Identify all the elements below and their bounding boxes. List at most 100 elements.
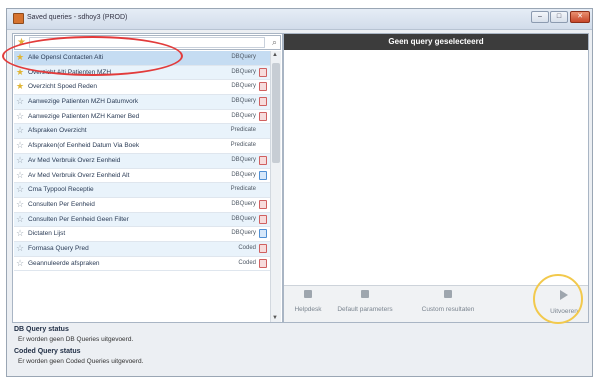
query-name: Cma Typpool Receptie	[28, 186, 94, 194]
query-type: DBQuery	[231, 98, 256, 105]
db-status-heading: DB Query status	[14, 326, 69, 333]
scroll-down-icon[interactable]: ▼	[272, 315, 278, 321]
coded-status-text: Er worden geen Coded Queries uitgevoerd.	[18, 358, 144, 365]
query-name: Av Med Verbruik Overz Eenheid	[28, 156, 121, 164]
query-name: Afspraken Overzicht	[28, 127, 87, 135]
scrollbar-thumb[interactable]	[272, 63, 280, 163]
query-type: DBQuery	[231, 200, 256, 207]
results-icon	[444, 290, 452, 298]
query-row[interactable]: ☆ Cma Typpool Receptie Predicate	[14, 183, 271, 198]
parameter-badge-icon	[259, 111, 267, 121]
scroll-up-icon[interactable]: ▲	[272, 52, 278, 58]
title-bar: Saved queries - sdhoy3 (PROD) – □ ✕	[7, 9, 592, 30]
parameter-badge-icon	[259, 199, 267, 209]
favorite-star-icon[interactable]: ☆	[16, 141, 24, 150]
query-name: Afspraken(of Eenheid Datum Via Boek	[28, 142, 140, 150]
search-input[interactable]	[29, 37, 265, 48]
query-row[interactable]: ☆ Afspraken(of Eenheid Datum Via Boek Pred…	[14, 139, 271, 154]
maximize-button[interactable]: □	[550, 11, 568, 23]
minimize-button[interactable]: –	[531, 11, 549, 23]
parameter-badge-icon	[259, 82, 267, 92]
query-type: DBQuery	[231, 171, 256, 178]
query-type: DBQuery	[231, 54, 256, 60]
favorite-star-icon[interactable]: ☆	[16, 199, 24, 209]
query-row[interactable]: ☆ Av Med Verbruik Overz Eenheid Alt DBQuer…	[14, 169, 271, 184]
default-parameters-button[interactable]: Default parameters	[334, 290, 396, 313]
query-row[interactable]: ☆ Formasa Query Pred Coded	[14, 241, 271, 257]
favorite-star-icon[interactable]: ☆	[16, 126, 24, 135]
query-type: DBQuery	[231, 230, 256, 237]
query-row[interactable]: ☆ Afspraken Overzicht Predicate	[14, 124, 271, 140]
info-badge-icon	[259, 229, 267, 239]
query-row[interactable]: ☆ Av Med Verbruik Overz Eenheid DBQuery	[14, 153, 271, 169]
query-name: Overzicht Spoed Reden	[28, 83, 98, 91]
favorite-star-icon[interactable]: ☆	[16, 111, 24, 121]
parameter-badge-icon	[259, 97, 267, 107]
query-name: Aanwezige Patienten MZH Kamer Bed	[28, 112, 140, 120]
parameter-badge-icon	[259, 243, 267, 253]
favorite-star-icon[interactable]: ☆	[16, 214, 24, 224]
query-type: DBQuery	[231, 83, 256, 90]
query-type: Coded	[238, 259, 256, 266]
custom-resultaten-button[interactable]: Custom resultaten	[408, 290, 488, 313]
search-bar: ★ ⌕	[14, 35, 281, 50]
favorite-star-icon[interactable]: ☆	[16, 170, 24, 180]
star-icon[interactable]: ★	[17, 37, 26, 48]
db-status-text: Er worden geen DB Queries uitgevoerd.	[18, 336, 134, 343]
query-name: Consulten Per Eenheid Geen Filter	[28, 215, 129, 223]
favorite-star-icon[interactable]: ☆	[16, 155, 24, 165]
favorite-star-icon[interactable]: ★	[16, 53, 24, 62]
query-type: DBQuery	[231, 215, 256, 222]
query-name: Formasa Query Pred	[28, 244, 89, 252]
query-name: Alle Opensl Contacten Alti	[28, 54, 104, 61]
parameter-badge-icon	[259, 155, 267, 165]
query-name: Dictaten Lijst	[28, 230, 66, 238]
query-row[interactable]: ☆ Consulten Per Eenheid DBQuery	[14, 198, 271, 213]
query-name: Consulten Per Eenheid	[28, 200, 95, 208]
query-name: Overzicht Alti Patienten MZH	[28, 68, 112, 76]
favorite-star-icon[interactable]: ☆	[16, 229, 24, 238]
query-row[interactable]: ★ Alle Opensl Contacten Alti DBQuery	[14, 51, 271, 66]
query-row[interactable]: ★ Overzicht Alti Patienten MZH DBQuery	[14, 65, 271, 81]
play-icon	[560, 290, 568, 300]
favorite-star-icon[interactable]: ☆	[16, 258, 24, 268]
query-type: DBQuery	[231, 156, 256, 163]
query-row[interactable]: ☆ Aanwezige Patienten MZH Kamer Bed DBQuer…	[14, 110, 271, 125]
app-icon	[13, 13, 24, 24]
helpdesk-button[interactable]: Helpdesk	[288, 290, 328, 313]
favorite-star-icon[interactable]: ☆	[16, 185, 24, 194]
info-badge-icon	[259, 170, 267, 180]
list-scrollbar[interactable]: ▲ ▼	[270, 51, 281, 322]
query-name: Aanwezige Patienten MZH Datumvork	[28, 98, 139, 106]
close-button[interactable]: ✕	[570, 11, 590, 23]
saved-queries-window: Saved queries - sdhoy3 (PROD) – □ ✕ ★ ⌕ …	[6, 8, 593, 377]
query-type: DBQuery	[231, 112, 256, 119]
favorite-star-icon[interactable]: ★	[16, 67, 24, 77]
favorite-star-icon[interactable]: ☆	[16, 97, 24, 106]
favorite-star-icon[interactable]: ★	[16, 82, 24, 91]
magnifier-icon[interactable]: ⌕	[272, 37, 277, 48]
query-type: Predicate	[230, 186, 256, 193]
query-row[interactable]: ☆ Consulten Per Eenheid Geen Filter DBQuer…	[14, 212, 271, 228]
query-row[interactable]: ★ Overzicht Spoed Reden DBQuery	[14, 80, 271, 96]
coded-status-heading: Coded Query status	[14, 348, 81, 355]
query-list: ★ Alle Opensl Contacten Alti DBQuery ★ Overz…	[14, 51, 271, 272]
helpdesk-icon	[304, 290, 312, 298]
query-detail-panel: Geen query geselecteerd Helpdesk Default…	[283, 33, 589, 323]
query-type: Predicate	[230, 127, 256, 134]
uitvoeren-button[interactable]: Uitvoeren	[544, 290, 584, 315]
detail-header: Geen query geselecteerd	[284, 34, 588, 50]
query-toolbar: Helpdesk Default parameters Custom resul…	[284, 285, 588, 322]
query-row[interactable]: ☆ Dictaten Lijst DBQuery	[14, 227, 271, 242]
favorite-star-icon[interactable]: ☆	[16, 243, 24, 253]
query-row[interactable]: ☆ Aanwezige Patienten MZH Datumvork DBQuer…	[14, 95, 271, 110]
parameters-icon	[361, 290, 369, 298]
query-type: Coded	[238, 244, 256, 251]
query-name: Av Med Verbruik Overz Eenheid Alt	[28, 171, 130, 179]
query-type: Predicate	[230, 142, 256, 149]
window-title: Saved queries - sdhoy3 (PROD)	[27, 14, 128, 21]
query-list-panel: ★ ⌕ ★ Alle Opensl Contacten Alti DBQuery ★ O…	[12, 33, 283, 323]
query-row[interactable]: ☆ Geannuleerde afspraken Coded	[14, 257, 271, 272]
query-name: Geannuleerde afspraken	[28, 259, 100, 267]
parameter-badge-icon	[259, 67, 267, 77]
